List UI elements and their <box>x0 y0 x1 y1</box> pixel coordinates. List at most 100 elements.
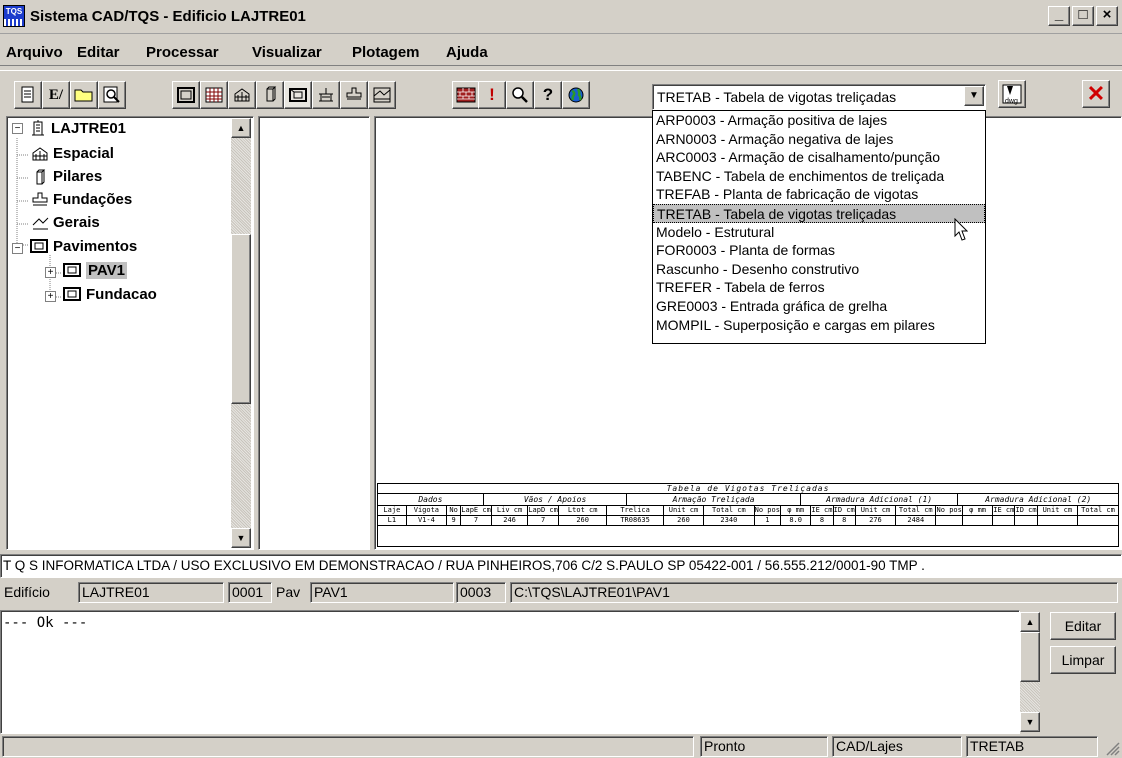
dropdown-option-selected[interactable]: TRETAB - Tabela de vigotas treliçadas <box>653 203 985 223</box>
menu-plotagem[interactable]: Plotagem <box>352 44 420 61</box>
zoom-icon[interactable] <box>506 81 534 109</box>
tqs-app-icon[interactable]: TQS <box>3 5 25 27</box>
header-cell: IE cm <box>992 506 1016 516</box>
group-header: Vãos / Apoios <box>484 494 628 505</box>
vigotas-table: Tabela de Vigotas Treliçadas Dados Vãos … <box>377 483 1119 547</box>
tree-expand-pav1[interactable]: + <box>45 267 56 278</box>
scroll-thumb[interactable] <box>231 234 251 404</box>
menu-editar[interactable]: Editar <box>77 44 120 61</box>
help-glyph: ? <box>542 85 554 104</box>
maximize-button[interactable]: □ <box>1072 6 1094 26</box>
tree-item-gerais[interactable]: Gerais <box>31 214 100 231</box>
resize-grip-icon[interactable] <box>1104 740 1120 756</box>
globe-icon[interactable] <box>562 81 590 109</box>
pav-label: Pav <box>276 584 301 600</box>
formas-icon[interactable] <box>172 81 200 109</box>
tree-item-fundacao[interactable]: Fundacao <box>62 285 157 303</box>
tree-scrollbar[interactable]: ▲ ▼ <box>231 118 251 548</box>
dropdown-option[interactable]: TABENC - Tabela de enchimentos de treliç… <box>653 167 985 186</box>
menu-processar[interactable]: Processar <box>146 44 219 61</box>
minimize-button[interactable]: _ <box>1048 6 1070 26</box>
maximize-icon: □ <box>1078 6 1088 23</box>
masonry-icon[interactable] <box>452 81 480 109</box>
tree-item-label: Gerais <box>53 214 100 231</box>
header-cell: No <box>446 506 462 516</box>
cell: V1-4 <box>406 515 448 526</box>
column-icon[interactable] <box>256 81 284 109</box>
help-icon[interactable]: ? <box>534 81 562 109</box>
tree-collapse-pavimentos[interactable]: − <box>12 243 23 254</box>
beam-icon[interactable] <box>312 81 340 109</box>
tree-item-pav1[interactable]: PAV1 <box>62 261 127 279</box>
view-file-icon[interactable] <box>98 81 126 109</box>
general-icon[interactable] <box>368 81 396 109</box>
new-document-icon[interactable] <box>14 81 42 109</box>
dropdown-option[interactable]: TREFAB - Planta de fabricação de vigotas <box>653 185 985 204</box>
tree-item-label: Espacial <box>53 145 114 162</box>
header-cell: No pos <box>754 506 782 516</box>
menu-visualizar[interactable]: Visualizar <box>252 44 322 61</box>
edificio-field: LAJTRE01 <box>78 582 224 603</box>
path-field: C:\TQS\LAJTRE01\PAV1 <box>510 582 1118 603</box>
close-drawing-icon[interactable]: ✕ <box>1082 80 1110 108</box>
open-folder-icon[interactable] <box>70 81 98 109</box>
table-header-row: Laje Vigota No LapE cm Liv cm LapD cm Lt… <box>378 506 1118 516</box>
tree-item-label: Fundações <box>53 191 133 208</box>
menu-ajuda[interactable]: Ajuda <box>446 44 488 61</box>
project-tree: − LAJTRE01 Espacial Pilares Fundações Ge… <box>6 116 254 550</box>
limpar-button[interactable]: Limpar <box>1050 646 1116 674</box>
chevron-down-icon[interactable]: ▼ <box>964 86 984 106</box>
dropdown-option[interactable]: Modelo - Estrutural <box>653 223 985 242</box>
foundation-icon[interactable] <box>340 81 368 109</box>
tree-collapse-root[interactable]: − <box>12 123 23 134</box>
dropdown-option[interactable]: ARN0003 - Armação negativa de lajes <box>653 130 985 149</box>
tree-item-fundacoes[interactable]: Fundações <box>31 191 132 208</box>
editar-button[interactable]: Editar <box>1050 612 1116 640</box>
scroll-thumb[interactable] <box>1020 632 1040 682</box>
slab-icon[interactable] <box>284 81 312 109</box>
scroll-down-icon[interactable]: ▼ <box>1020 712 1040 732</box>
table-groups: Dados Vãos / Apoios Armação Treliçada Ar… <box>378 494 1118 506</box>
scroll-up-icon[interactable]: ▲ <box>231 118 251 138</box>
building-3d-icon[interactable] <box>228 81 256 109</box>
menu-arquivo[interactable]: Arquivo <box>6 44 63 61</box>
close-button[interactable]: × <box>1096 6 1118 26</box>
cell <box>992 515 1016 526</box>
group-header: Armação Treliçada <box>627 494 801 505</box>
tree-expand-fundacao[interactable]: + <box>45 291 56 302</box>
console-scrollbar[interactable]: ▲ ▼ <box>1020 612 1040 732</box>
cell <box>962 515 994 526</box>
dropdown-option[interactable]: Rascunho - Desenho construtivo <box>653 260 985 279</box>
dropdown-option[interactable]: ARP0003 - Armação positiva de lajes <box>653 111 985 130</box>
close-drawing-glyph: ✕ <box>1086 81 1106 106</box>
tree-root[interactable]: LAJTRE01 <box>29 119 126 137</box>
header-cell: Unit cm <box>1037 506 1079 516</box>
table-body: Laje Vigota No LapE cm Liv cm LapD cm Lt… <box>378 506 1118 526</box>
cell: 1 <box>754 515 782 526</box>
console-text: --- Ok --- <box>3 615 88 631</box>
message-console: --- Ok --- <box>0 610 1020 734</box>
warning-icon[interactable]: ! <box>478 81 506 109</box>
table-title: Tabela de Vigotas Treliçadas <box>378 484 1118 494</box>
tree-item-pavimentos[interactable]: Pavimentos <box>29 237 137 255</box>
dropdown-option[interactable]: GRE0003 - Entrada gráfica de grelha <box>653 297 985 316</box>
tree-item-label: Fundacao <box>86 285 157 303</box>
dropdown-option[interactable]: TREFER - Tabela de ferros <box>653 278 985 297</box>
edit-file-icon[interactable]: E/ <box>42 81 70 109</box>
edit-file-glyph: E/ <box>48 86 64 103</box>
dwg-edit-icon[interactable]: dwg <box>998 80 1026 108</box>
cell <box>1037 515 1079 526</box>
dropdown-option[interactable]: FOR0003 - Planta de formas <box>653 241 985 260</box>
scroll-down-icon[interactable]: ▼ <box>231 528 251 548</box>
app-icon-text: TQS <box>5 7 23 16</box>
floor-icon <box>63 287 81 301</box>
grid-icon[interactable] <box>200 81 228 109</box>
cell: 8 <box>833 515 856 526</box>
drawing-select[interactable]: TRETAB - Tabela de vigotas treliçadas ▼ <box>652 84 986 110</box>
tree-item-espacial[interactable]: Espacial <box>31 145 114 162</box>
tree-item-pilares[interactable]: Pilares <box>31 168 102 185</box>
scroll-up-icon[interactable]: ▲ <box>1020 612 1040 632</box>
dwg-label: dwg <box>1005 98 1018 105</box>
dropdown-option[interactable]: ARC0003 - Armação de cisalhamento/punção <box>653 148 985 167</box>
dropdown-option[interactable]: MOMPIL - Superposição e cargas em pilare… <box>653 316 985 335</box>
